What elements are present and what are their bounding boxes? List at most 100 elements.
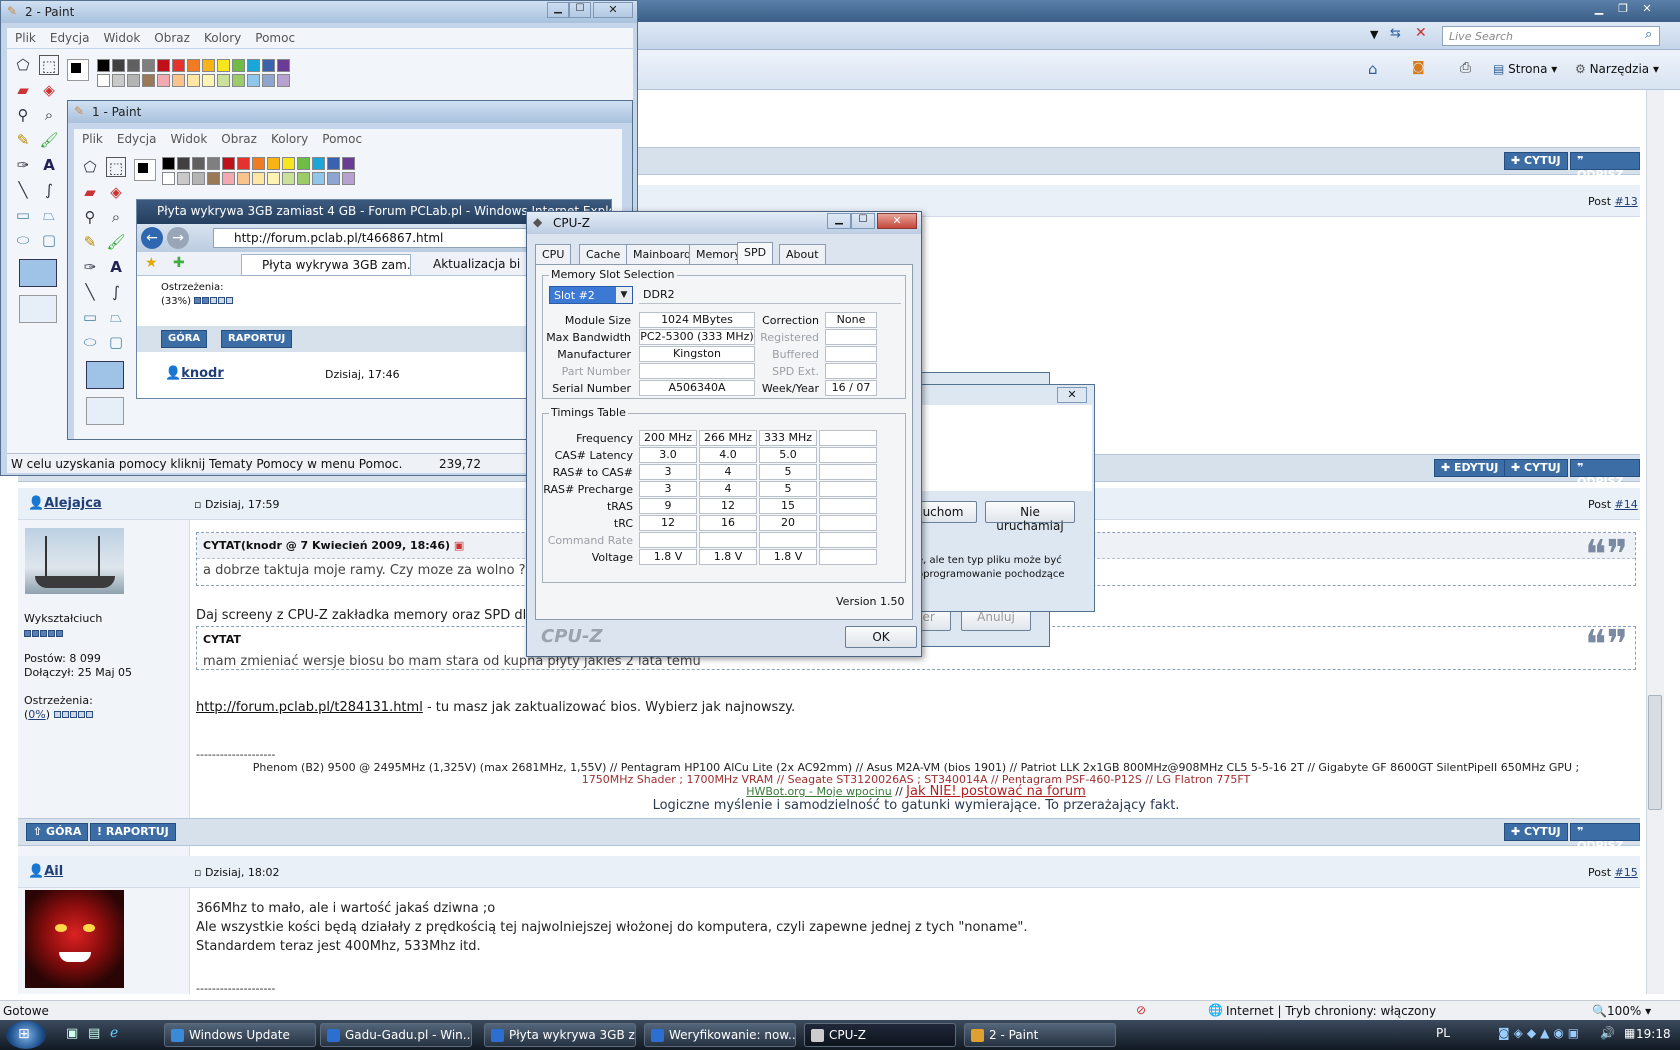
close-icon[interactable]: ✕ bbox=[1636, 1, 1658, 17]
tab-mainboard[interactable]: Mainboard bbox=[626, 244, 699, 264]
menu-edit[interactable]: Edycja bbox=[50, 31, 90, 45]
reply-button[interactable]: ❞ ODPISZ bbox=[1570, 459, 1640, 488]
maximize-icon[interactable]: ☐ bbox=[851, 213, 875, 229]
rectangle-icon[interactable]: ▭ bbox=[80, 307, 100, 327]
opaque-option-icon[interactable] bbox=[86, 361, 124, 389]
quote-button[interactable]: ✚ CYTUJ bbox=[1504, 459, 1568, 477]
stop-icon[interactable]: ✕ bbox=[1415, 25, 1427, 41]
rss-icon[interactable]: ◙ bbox=[1412, 60, 1425, 75]
color-swatch[interactable] bbox=[142, 59, 155, 72]
color-swatch[interactable] bbox=[97, 59, 110, 72]
color-swatch[interactable] bbox=[207, 157, 220, 170]
cancel-button[interactable]: Anuluj bbox=[961, 609, 1031, 631]
color-swatch[interactable] bbox=[157, 74, 170, 87]
minimize-icon[interactable]: ▁ bbox=[547, 2, 569, 18]
color-swatch[interactable] bbox=[282, 157, 295, 170]
color-swatch[interactable] bbox=[112, 59, 125, 72]
home-icon[interactable]: ⌂ bbox=[1368, 60, 1378, 78]
color-swatch[interactable] bbox=[297, 172, 310, 185]
warnings-link[interactable]: 0% bbox=[28, 708, 45, 721]
menu-view[interactable]: Widok bbox=[103, 31, 140, 45]
post-link[interactable]: #13 bbox=[1615, 195, 1638, 208]
brush-icon[interactable]: 🖌 bbox=[39, 130, 59, 150]
color-swatch[interactable] bbox=[177, 172, 190, 185]
current-colors[interactable] bbox=[134, 159, 156, 181]
color-swatch[interactable] bbox=[237, 172, 250, 185]
line-icon[interactable]: ╲ bbox=[13, 180, 33, 200]
menu-colors[interactable]: Kolory bbox=[271, 132, 308, 146]
color-swatch[interactable] bbox=[202, 59, 215, 72]
tab-cpu[interactable]: CPU bbox=[535, 244, 572, 264]
transparent-option-icon[interactable] bbox=[86, 397, 124, 425]
report-button[interactable]: ! RAPORTUJ bbox=[90, 823, 176, 841]
reply-button[interactable]: ❞ ODPISZ bbox=[1570, 823, 1640, 852]
start-button[interactable]: ⊞ bbox=[6, 1021, 46, 1049]
opaque-option-icon[interactable] bbox=[19, 259, 57, 287]
minimize-icon[interactable]: ▁ bbox=[827, 213, 851, 229]
refresh-icon[interactable]: ⇆ bbox=[1390, 26, 1401, 41]
rounded-rect-icon[interactable]: ▢ bbox=[106, 332, 126, 352]
language-indicator[interactable]: PL bbox=[1436, 1026, 1450, 1040]
ellipse-icon[interactable]: ⬭ bbox=[13, 230, 33, 250]
color-swatch[interactable] bbox=[142, 74, 155, 87]
fill-icon[interactable]: ◈ bbox=[39, 80, 59, 100]
color-swatch[interactable] bbox=[247, 59, 260, 72]
picker-icon[interactable]: ⚲ bbox=[13, 105, 33, 125]
close-icon[interactable]: ✕ bbox=[877, 213, 917, 229]
task-gadu[interactable]: Gadu-Gadu.pl - Win... bbox=[320, 1023, 472, 1047]
color-swatch[interactable] bbox=[252, 172, 265, 185]
eraser-icon[interactable]: ▰ bbox=[13, 80, 33, 100]
current-colors[interactable] bbox=[67, 59, 89, 81]
color-swatch[interactable] bbox=[187, 74, 200, 87]
page-menu[interactable]: ▤ Strona ▾ bbox=[1493, 62, 1557, 76]
color-swatch[interactable] bbox=[327, 157, 340, 170]
picker-icon[interactable]: ⚲ bbox=[80, 207, 100, 227]
close-icon[interactable]: ✕ bbox=[593, 2, 633, 18]
tools-menu[interactable]: ⚙ Narzędzia ▾ bbox=[1575, 62, 1659, 76]
free-select-icon[interactable]: ⬠ bbox=[80, 157, 100, 177]
edit-button[interactable]: ✚ EDYTUJ bbox=[1434, 459, 1506, 477]
color-swatch[interactable] bbox=[262, 74, 275, 87]
author[interactable]: 👤Ail bbox=[28, 864, 63, 879]
rules-link[interactable]: Jak NIE! postować na forum bbox=[906, 784, 1086, 799]
line-icon[interactable]: ╲ bbox=[80, 282, 100, 302]
color-swatch[interactable] bbox=[297, 157, 310, 170]
rect-select-icon[interactable]: ⬚ bbox=[106, 157, 126, 177]
author-link[interactable]: Alejajca bbox=[44, 496, 102, 511]
menu-help[interactable]: Pomoc bbox=[255, 31, 295, 45]
task-cpuz[interactable]: CPU-Z bbox=[804, 1023, 956, 1047]
color-swatch[interactable] bbox=[192, 172, 205, 185]
menu-view[interactable]: Widok bbox=[170, 132, 207, 146]
brush-icon[interactable]: 🖌 bbox=[106, 232, 126, 252]
color-swatch[interactable] bbox=[127, 59, 140, 72]
popup-blocked-icon[interactable]: ⊘ bbox=[1136, 1003, 1146, 1017]
quote-button[interactable]: ✚ CYTUJ bbox=[1504, 152, 1568, 170]
airbrush-icon[interactable]: ✑ bbox=[13, 155, 33, 175]
color-swatch[interactable] bbox=[262, 59, 275, 72]
page-scrollbar[interactable] bbox=[1646, 90, 1664, 994]
task-forum[interactable]: Płyta wykrywa 3GB z... bbox=[484, 1023, 636, 1047]
color-swatch[interactable] bbox=[267, 157, 280, 170]
color-swatch[interactable] bbox=[162, 172, 175, 185]
curve-icon[interactable]: ∫ bbox=[106, 282, 126, 302]
color-swatch[interactable] bbox=[232, 59, 245, 72]
author-link[interactable]: Ail bbox=[44, 864, 63, 879]
chevron-down-icon[interactable]: ▼ bbox=[616, 287, 632, 303]
rounded-rect-icon[interactable]: ▢ bbox=[39, 230, 59, 250]
free-select-icon[interactable]: ⬠ bbox=[13, 55, 33, 75]
color-swatch[interactable] bbox=[157, 59, 170, 72]
color-swatch[interactable] bbox=[207, 172, 220, 185]
color-swatch[interactable] bbox=[97, 74, 110, 87]
text-icon[interactable]: A bbox=[39, 155, 59, 175]
bios-link[interactable]: http://forum.pclab.pl/t284131.html bbox=[196, 700, 423, 715]
dont-run-button[interactable]: Nie uruchamiaj bbox=[985, 501, 1075, 533]
transparent-option-icon[interactable] bbox=[19, 295, 57, 323]
menu-image[interactable]: Obraz bbox=[221, 132, 257, 146]
color-swatch[interactable] bbox=[222, 172, 235, 185]
jump-icon[interactable]: ▣ bbox=[454, 539, 464, 552]
color-swatch[interactable] bbox=[247, 74, 260, 87]
airbrush-icon[interactable]: ✑ bbox=[80, 257, 100, 277]
ok-button[interactable]: OK bbox=[845, 626, 917, 648]
tray-icons[interactable]: ◙◈◆▲◉▣ bbox=[1498, 1026, 1583, 1040]
color-swatch[interactable] bbox=[202, 74, 215, 87]
